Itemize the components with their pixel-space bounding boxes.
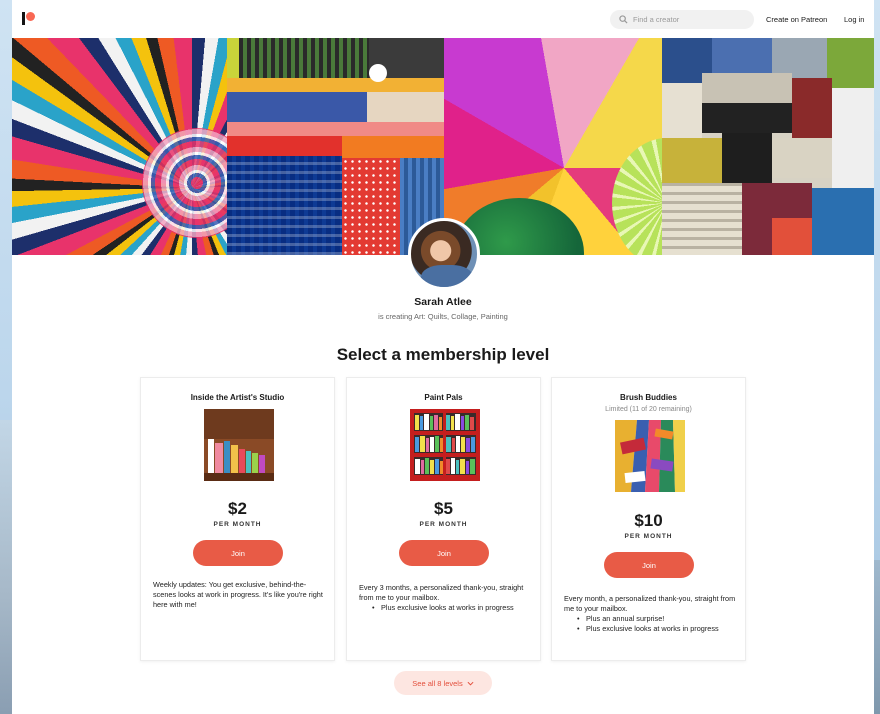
- join-button[interactable]: Join: [193, 540, 283, 566]
- patreon-logo-icon[interactable]: [22, 12, 36, 25]
- tier-name: Paint Pals: [424, 393, 463, 402]
- tier-description-block: Every 3 months, a personalized thank-you…: [359, 583, 531, 613]
- search-icon: [619, 15, 628, 24]
- join-button[interactable]: Join: [604, 552, 694, 578]
- membership-heading: Select a membership level: [336, 345, 550, 364]
- cover-quilt-1: [12, 38, 227, 255]
- tier-name: Inside the Artist's Studio: [190, 393, 285, 402]
- cover-quilt-2: [227, 38, 444, 255]
- see-all-levels-button[interactable]: See all 8 levels: [394, 671, 492, 695]
- tier-price: $2: [228, 499, 247, 518]
- tier-description-block: Every month, a personalized thank-you, s…: [564, 594, 736, 634]
- tier-limited-note: Limited (11 of 20 remaining): [605, 406, 692, 413]
- creator-page: Create on Patreon Log in: [12, 0, 874, 714]
- cover-painting: [444, 38, 662, 255]
- tier-period: PER MONTH: [419, 521, 468, 528]
- tier-name: Brush Buddies: [620, 393, 677, 402]
- tier-card-paint-pals: Paint Pals $5 PER MONTH Join Every 3 mon…: [346, 377, 541, 661]
- benefit-item: Plus exclusive looks at works in progres…: [564, 624, 736, 634]
- tier-description: Every 3 months, a personalized thank-you…: [359, 583, 524, 602]
- benefit-item: Plus an annual surprise!: [564, 614, 736, 624]
- tier-image: [615, 420, 685, 492]
- join-button[interactable]: Join: [399, 540, 489, 566]
- see-all-label: See all 8 levels: [412, 678, 463, 688]
- log-in-link[interactable]: Log in: [844, 15, 864, 24]
- create-on-patreon-link[interactable]: Create on Patreon: [766, 15, 827, 24]
- tier-benefits: Plus exclusive looks at works in progres…: [359, 603, 531, 613]
- tier-benefits: Plus an annual surprise! Plus exclusive …: [564, 614, 736, 634]
- tier-card-inside-the-artists-studio: Inside the Artist's Studio $2 PER MONTH …: [140, 377, 335, 661]
- top-navigation: Create on Patreon Log in: [12, 0, 874, 38]
- cover-quilt-3: [662, 38, 874, 255]
- background-left: [0, 420, 12, 714]
- search-box[interactable]: [610, 10, 754, 29]
- creator-name: Sarah Atlee: [414, 296, 472, 308]
- chevron-down-icon: [467, 681, 474, 686]
- tier-image: [204, 409, 274, 481]
- tier-image: [410, 409, 480, 481]
- tier-price: $5: [434, 499, 453, 518]
- tier-price: $10: [634, 511, 663, 530]
- tier-description: Weekly updates: You get exclusive, behin…: [153, 580, 323, 609]
- search-input[interactable]: [633, 15, 743, 24]
- tier-description: Every month, a personalized thank-you, s…: [564, 594, 736, 613]
- tier-card-brush-buddies: Brush Buddies Limited (11 of 20 remainin…: [551, 377, 746, 661]
- tier-period: PER MONTH: [624, 533, 673, 540]
- creator-tagline: is creating Art: Quilts, Collage, Painti…: [378, 312, 508, 321]
- creator-avatar[interactable]: [408, 218, 480, 290]
- benefit-item: Plus exclusive looks at works in progres…: [359, 603, 531, 613]
- tier-period: PER MONTH: [213, 521, 262, 528]
